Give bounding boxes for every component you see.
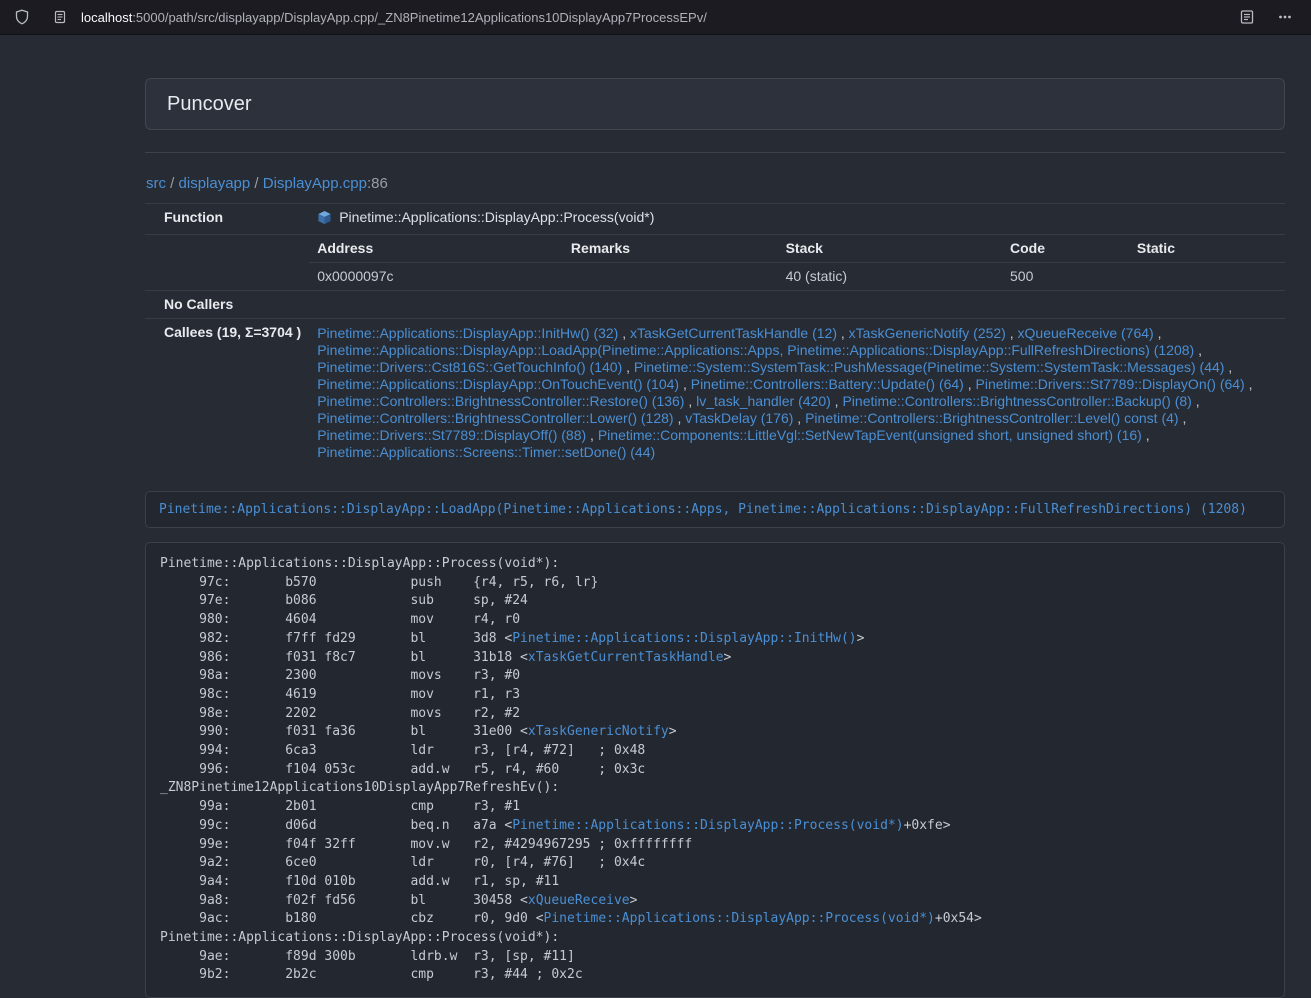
url-bar[interactable]: localhost:5000/path/src/displayapp/Displ… (48, 5, 1235, 29)
remarks-value (563, 263, 778, 291)
callee-link[interactable]: Pinetime::Applications::Screens::Timer::… (317, 444, 655, 460)
puncover-page: Puncover src / displayapp / DisplayApp.c… (145, 78, 1285, 998)
callee-link[interactable]: Pinetime::Controllers::BrightnessControl… (842, 393, 1191, 409)
callee-link[interactable]: Pinetime::Applications::DisplayApp::Init… (317, 325, 618, 341)
col-address: Address (309, 235, 563, 263)
metrics-header-row: Address Remarks Stack Code Static (309, 235, 1285, 263)
col-code: Code (1002, 235, 1129, 263)
breadcrumb-link[interactable]: src (146, 175, 166, 192)
code-symbol-link[interactable]: xTaskGetCurrentTaskHandle (528, 650, 724, 665)
callee-link[interactable]: Pinetime::Applications::DisplayApp::OnTo… (317, 376, 679, 392)
page-title: Puncover (167, 93, 252, 116)
breadcrumb-separator: / (166, 175, 179, 192)
col-static: Static (1129, 235, 1285, 263)
callee-link[interactable]: Pinetime::Controllers::BrightnessControl… (805, 410, 1178, 426)
code-symbol-link[interactable]: xTaskGenericNotify (528, 724, 669, 739)
shield-icon[interactable] (10, 5, 34, 29)
table-row-no-callers: No Callers (145, 291, 1285, 319)
callee-link[interactable]: Pinetime::Controllers::Battery::Update()… (691, 376, 964, 392)
callee-link[interactable]: Pinetime::Drivers::St7789::DisplayOff() … (317, 427, 586, 443)
no-callers-label: No Callers (145, 291, 309, 319)
table-row-function: Function Pinetime::Applications::Display… (145, 204, 1285, 235)
function-row-label: Function (145, 204, 309, 235)
url-path: :5000/path/src/displayapp/DisplayApp.cpp… (132, 10, 707, 25)
callee-link[interactable]: Pinetime::System::SystemTask::PushMessag… (634, 359, 1225, 375)
callee-link[interactable]: Pinetime::Components::LittleVgl::SetNewT… (598, 427, 1142, 443)
table-row-metrics: Address Remarks Stack Code Static 0x0000… (145, 235, 1285, 291)
code-symbol-link[interactable]: Pinetime::Applications::DisplayApp::Init… (512, 631, 856, 646)
breadcrumb-separator: / (250, 175, 263, 192)
symbol-box: Pinetime::Applications::DisplayApp::Load… (145, 491, 1285, 528)
breadcrumb-link[interactable]: displayapp (179, 175, 251, 192)
menu-icon[interactable] (1273, 5, 1297, 29)
divider (145, 152, 1285, 153)
code-symbol-link[interactable]: Pinetime::Applications::DisplayApp::Proc… (512, 818, 903, 833)
callee-link[interactable]: Pinetime::Controllers::BrightnessControl… (317, 410, 673, 426)
address-value: 0x0000097c (309, 263, 563, 291)
table-row-callees: Callees (19, Σ=3704 ) Pinetime::Applicat… (145, 319, 1285, 470)
function-table: Function Pinetime::Applications::Display… (145, 203, 1285, 469)
callee-link[interactable]: xTaskGetCurrentTaskHandle (12) (630, 325, 837, 341)
breadcrumb-line-number: :86 (367, 175, 388, 192)
code-size-value: 500 (1002, 263, 1129, 291)
callee-link[interactable]: vTaskDelay (176) (685, 410, 793, 426)
function-icon (317, 210, 332, 229)
metrics-value-row: 0x0000097c 40 (static) 500 (309, 263, 1285, 291)
callee-link[interactable]: Pinetime::Applications::DisplayApp::Load… (317, 342, 1194, 358)
breadcrumb-link[interactable]: DisplayApp.cpp (263, 175, 367, 192)
disassembly-box: Pinetime::Applications::DisplayApp::Proc… (145, 542, 1285, 998)
callee-link[interactable]: xQueueReceive (764) (1018, 325, 1154, 341)
metrics-table: Address Remarks Stack Code Static 0x0000… (309, 235, 1285, 290)
callee-link[interactable]: lv_task_handler (420) (696, 393, 831, 409)
col-stack: Stack (778, 235, 1002, 263)
browser-chrome: localhost:5000/path/src/displayapp/Displ… (0, 0, 1311, 35)
callee-link[interactable]: Pinetime::Drivers::St7789::DisplayOn() (… (976, 376, 1245, 392)
stack-value: 40 (static) (778, 263, 1002, 291)
callees-label: Callees (19, Σ=3704 ) (145, 319, 309, 470)
symbol-link[interactable]: Pinetime::Applications::DisplayApp::Load… (159, 502, 1247, 517)
callee-link[interactable]: Pinetime::Drivers::Cst816S::GetTouchInfo… (317, 359, 622, 375)
reader-view-icon[interactable] (1235, 5, 1259, 29)
function-name: Pinetime::Applications::DisplayApp::Proc… (339, 209, 654, 225)
col-remarks: Remarks (563, 235, 778, 263)
code-symbol-link[interactable]: Pinetime::Applications::DisplayApp::Proc… (544, 911, 935, 926)
callee-link[interactable]: Pinetime::Controllers::BrightnessControl… (317, 393, 684, 409)
page-icon (48, 5, 72, 29)
url-text: localhost:5000/path/src/displayapp/Displ… (81, 10, 707, 25)
disassembly-pre: Pinetime::Applications::DisplayApp::Proc… (160, 555, 1270, 985)
code-symbol-link[interactable]: xQueueReceive (528, 893, 630, 908)
callee-link[interactable]: xTaskGenericNotify (252) (849, 325, 1006, 341)
url-host: localhost (81, 10, 132, 25)
static-value (1129, 263, 1285, 291)
breadcrumb: src / displayapp / DisplayApp.cpp:86 (146, 175, 1285, 192)
page-title-panel: Puncover (145, 78, 1285, 130)
callees-list: Pinetime::Applications::DisplayApp::Init… (309, 319, 1285, 470)
